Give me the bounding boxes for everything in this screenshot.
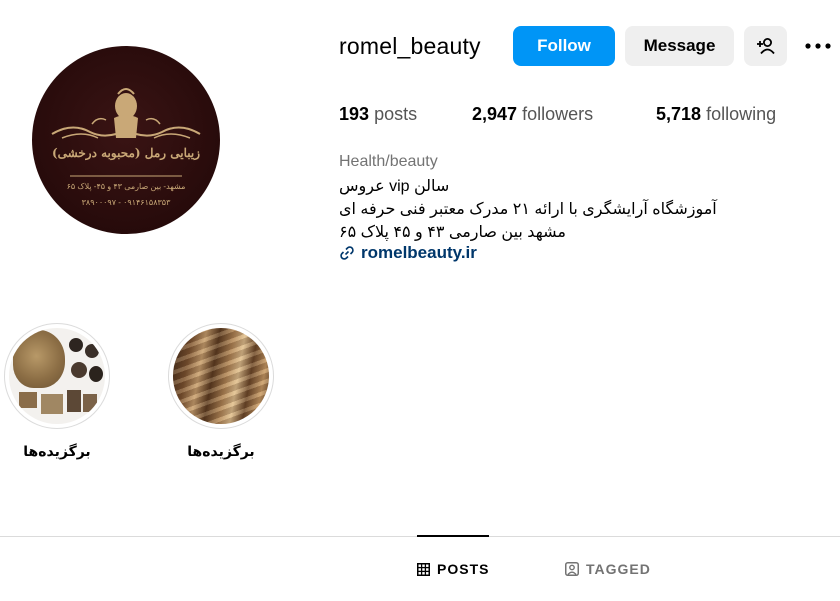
- profile-category: Health/beauty: [339, 153, 438, 170]
- highlight-cover-image: [173, 328, 269, 424]
- follow-button[interactable]: Follow: [513, 26, 615, 66]
- tagged-icon: [565, 562, 579, 576]
- avatar-brand-text: زیبایی رمل (محبوبه درخشی): [52, 146, 200, 160]
- story-highlight[interactable]: برگزیده‌ها: [2, 323, 112, 460]
- highlight-cover-image: [9, 328, 105, 424]
- tab-tagged[interactable]: TAGGED: [565, 561, 651, 577]
- following-stat[interactable]: 5,718 following: [656, 104, 776, 125]
- highlight-ring: [4, 323, 110, 429]
- avatar-address-text: مشهد- بین صارمی ۴۳ و ۴۵- پلاک ۶۵: [66, 182, 186, 191]
- more-options-button[interactable]: [802, 28, 834, 64]
- profile-avatar[interactable]: زیبایی رمل (محبوبه درخشی) مشهد- بین صارم…: [32, 46, 220, 234]
- posts-label: posts: [374, 104, 418, 124]
- suggest-users-button[interactable]: [744, 26, 787, 66]
- highlight-label: برگزیده‌ها: [187, 443, 255, 459]
- highlight-label: برگزیده‌ها: [23, 443, 91, 459]
- posts-stat: 193 posts: [339, 104, 417, 125]
- bio-line-1: سالن vip عروس: [339, 178, 450, 195]
- link-icon: [340, 246, 354, 260]
- following-label: following: [706, 104, 777, 124]
- tab-posts[interactable]: POSTS: [417, 561, 489, 577]
- add-user-icon: [756, 38, 775, 55]
- tab-posts-label: POSTS: [437, 561, 490, 577]
- message-button[interactable]: Message: [625, 26, 734, 66]
- website-link-text: romelbeauty.ir: [361, 243, 477, 262]
- followers-label: followers: [522, 104, 594, 124]
- highlight-ring: [168, 323, 274, 429]
- followers-stat[interactable]: 2,947 followers: [472, 104, 593, 125]
- website-link[interactable]: romelbeauty.ir: [339, 243, 477, 263]
- profile-username: romel_beauty: [339, 33, 481, 59]
- bio-line-3: مشهد بین صارمی ۴۳ و ۴۵ پلاک ۶۵: [339, 224, 566, 241]
- followers-count: 2,947: [472, 104, 518, 124]
- avatar-phone-text: ۰۹۱۴۶۱۵۸۳۵۳ - ۳۸۹۰۰۰۹۷: [81, 198, 171, 207]
- active-tab-indicator: [417, 535, 489, 537]
- posts-count: 193: [339, 104, 370, 124]
- more-options-icon: [805, 43, 831, 49]
- bio-line-2: آموزشگاه آرایشگری با ارائه ۲۱ مدرک معتبر…: [339, 201, 717, 218]
- grid-icon: [417, 562, 430, 576]
- tab-tagged-label: TAGGED: [586, 561, 651, 577]
- story-highlight[interactable]: برگزیده‌ها: [166, 323, 276, 460]
- following-count: 5,718: [656, 104, 702, 124]
